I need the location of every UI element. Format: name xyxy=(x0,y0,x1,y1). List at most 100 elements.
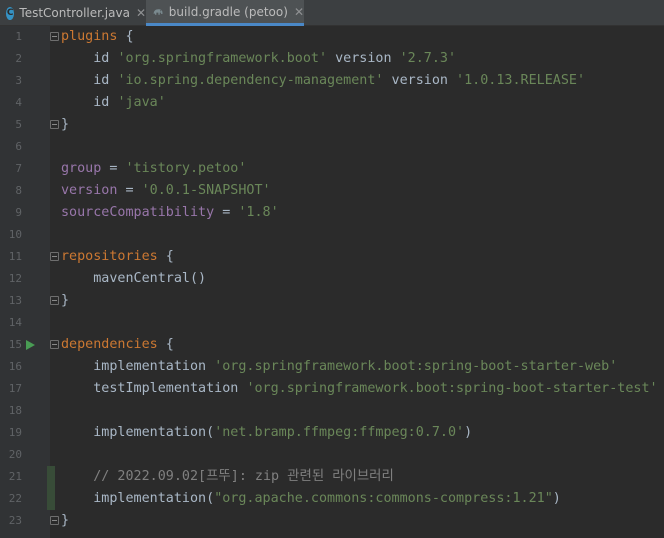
code-text: plugins { xyxy=(61,26,134,48)
code-line[interactable]: 6 xyxy=(0,136,664,158)
code-text: implementation("org.apache.commons:commo… xyxy=(61,488,561,510)
close-icon[interactable]: ✕ xyxy=(136,6,146,20)
code-line[interactable]: 1 plugins { xyxy=(0,26,664,48)
line-number: 3 xyxy=(15,74,22,87)
line-number: 10 xyxy=(8,228,22,241)
run-gutter-icon[interactable] xyxy=(26,340,35,350)
code-token: = xyxy=(117,183,142,198)
code-text: sourceCompatibility = '1.8' xyxy=(61,202,279,224)
tab-test-controller[interactable]: C TestController.java ✕ xyxy=(0,0,146,26)
code-text: mavenCentral() xyxy=(61,268,206,290)
code-token: 'org.springframework.boot:spring-boot-st… xyxy=(246,381,658,396)
code-token: = xyxy=(214,205,239,220)
code-token: 'org.springframework.boot:spring-boot-st… xyxy=(214,359,618,374)
code-token: ) xyxy=(464,425,473,440)
code-token: ) xyxy=(552,491,561,506)
code-line[interactable]: 9 sourceCompatibility = '1.8' xyxy=(0,202,664,224)
tab-build-gradle[interactable]: build.gradle (petoo) ✕ xyxy=(146,0,304,26)
code-token: group xyxy=(61,161,102,176)
code-line[interactable]: 2 id 'org.springframework.boot' version … xyxy=(0,48,664,70)
code-token: implementation xyxy=(61,359,215,374)
code-token: '1.0.13.RELEASE' xyxy=(456,73,586,88)
code-token: // 2022.09.02[프뚜]: zip 관련된 라이브러리 xyxy=(61,469,394,484)
line-number: 9 xyxy=(15,206,22,219)
code-token: } xyxy=(61,513,70,528)
line-number: 22 xyxy=(8,492,22,505)
code-token: 'org.springframework.boot' xyxy=(117,51,328,66)
code-line[interactable]: 7 group = 'tistory.petoo' xyxy=(0,158,664,180)
code-token: repositories xyxy=(61,249,158,264)
code-line[interactable]: 11 repositories { xyxy=(0,246,664,268)
line-number: 18 xyxy=(8,404,22,417)
editor-tab-bar: C TestController.java ✕ build.gradle (pe… xyxy=(0,0,664,26)
code-line[interactable]: 8 version = '0.0.1-SNAPSHOT' xyxy=(0,180,664,202)
fold-marker-icon[interactable] xyxy=(50,252,59,261)
code-token: implementation( xyxy=(61,425,215,440)
code-line[interactable]: 21 // 2022.09.02[프뚜]: zip 관련된 라이브러리 xyxy=(0,466,664,488)
close-icon[interactable]: ✕ xyxy=(294,5,304,19)
line-number: 6 xyxy=(15,140,22,153)
line-number: 7 xyxy=(15,162,22,175)
code-token: version xyxy=(327,51,400,66)
line-number: 8 xyxy=(15,184,22,197)
code-token: '2.7.3' xyxy=(399,51,457,66)
code-line[interactable]: 3 id 'io.spring.dependency-management' v… xyxy=(0,70,664,92)
code-line[interactable]: 5} xyxy=(0,114,664,136)
fold-marker-icon[interactable] xyxy=(50,120,59,129)
code-token: { xyxy=(117,29,134,44)
code-token: id xyxy=(61,73,118,88)
code-line[interactable]: 14 xyxy=(0,312,664,334)
code-token: '1.8' xyxy=(238,205,279,220)
line-number: 1 xyxy=(15,30,22,43)
code-token: version xyxy=(383,73,457,88)
code-line[interactable]: 23} xyxy=(0,510,664,532)
tab-label: TestController.java xyxy=(19,6,130,20)
code-token: dependencies xyxy=(61,337,158,352)
code-line[interactable]: 10 xyxy=(0,224,664,246)
code-editor[interactable]: 1 plugins {2 id 'org.springframework.boot… xyxy=(0,26,664,538)
gradle-elephant-icon xyxy=(153,8,163,15)
code-token: implementation( xyxy=(61,491,215,506)
code-line[interactable]: 15 dependencies { xyxy=(0,334,664,356)
code-token: sourceCompatibility xyxy=(61,205,215,220)
code-token: } xyxy=(61,293,70,308)
code-token: "org.apache.commons:commons-compress:1.2… xyxy=(214,491,553,506)
fold-marker-icon[interactable] xyxy=(50,296,59,305)
tab-label: build.gradle (petoo) xyxy=(168,4,288,19)
code-text: } xyxy=(61,114,69,136)
code-line[interactable]: 20 xyxy=(0,444,664,466)
line-number: 19 xyxy=(8,426,22,439)
code-text: implementation 'org.springframework.boot… xyxy=(61,356,617,378)
code-line[interactable]: 18 xyxy=(0,400,664,422)
code-token: '0.0.1-SNAPSHOT' xyxy=(141,183,271,198)
line-number: 20 xyxy=(8,448,22,461)
line-number: 14 xyxy=(8,316,22,329)
line-number: 17 xyxy=(8,382,22,395)
code-text: } xyxy=(61,510,69,532)
code-token: 'io.spring.dependency-management' xyxy=(117,73,384,88)
line-number: 15 xyxy=(8,338,22,351)
line-number: 23 xyxy=(8,514,22,527)
code-token: 'tistory.petoo' xyxy=(125,161,247,176)
code-text: version = '0.0.1-SNAPSHOT' xyxy=(61,180,271,202)
code-line[interactable]: 4 id 'java' xyxy=(0,92,664,114)
code-token: 'net.bramp.ffmpeg:ffmpeg:0.7.0' xyxy=(214,425,465,440)
code-line[interactable]: 17 testImplementation 'org.springframewo… xyxy=(0,378,664,400)
fold-marker-icon[interactable] xyxy=(50,32,59,41)
code-line[interactable]: 19 implementation('net.bramp.ffmpeg:ffmp… xyxy=(0,422,664,444)
code-text: dependencies { xyxy=(61,334,174,356)
code-text: implementation('net.bramp.ffmpeg:ffmpeg:… xyxy=(61,422,472,444)
line-number: 5 xyxy=(15,118,22,131)
code-token: = xyxy=(101,161,126,176)
code-token: testImplementation xyxy=(61,381,247,396)
line-number: 16 xyxy=(8,360,22,373)
fold-marker-icon[interactable] xyxy=(50,516,59,525)
fold-marker-icon[interactable] xyxy=(50,340,59,349)
line-number: 2 xyxy=(15,52,22,65)
code-line[interactable]: 16 implementation 'org.springframework.b… xyxy=(0,356,664,378)
line-number: 4 xyxy=(15,96,22,109)
code-line[interactable]: 12 mavenCentral() xyxy=(0,268,664,290)
code-token: version xyxy=(61,183,118,198)
code-line[interactable]: 13} xyxy=(0,290,664,312)
code-line[interactable]: 22 implementation("org.apache.commons:co… xyxy=(0,488,664,510)
